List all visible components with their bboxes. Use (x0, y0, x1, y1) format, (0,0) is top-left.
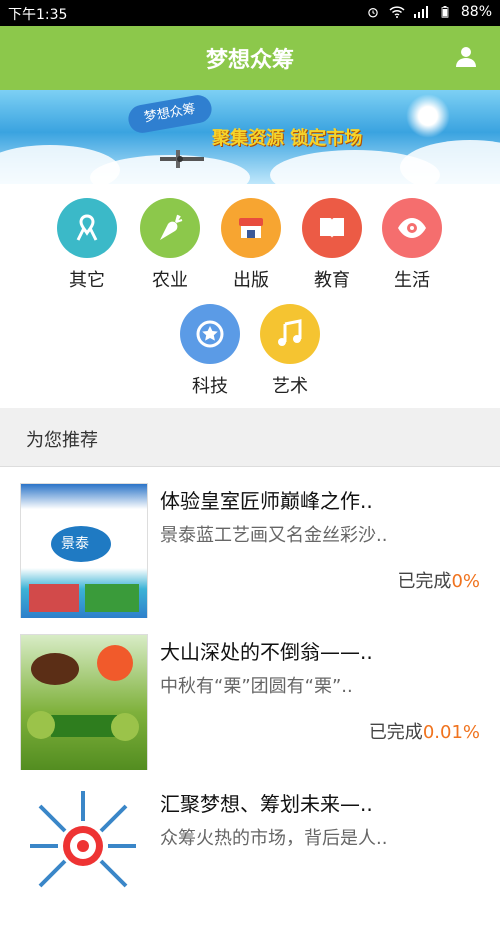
category-label: 其它 (69, 270, 105, 291)
airplane-icon (160, 150, 204, 168)
chestnut-image (27, 645, 139, 741)
project-thumbnail: 景泰 (20, 483, 148, 625)
alarm-icon (368, 8, 378, 18)
star-badge-icon (196, 320, 224, 348)
book-icon (320, 218, 344, 238)
category-label: 出版 (233, 270, 269, 291)
music-icon (278, 319, 302, 346)
status-bar: 下午1:35 88% (0, 0, 500, 26)
shop-icon (239, 218, 263, 238)
category-circle (180, 304, 240, 364)
project-list-item[interactable]: 汇聚梦想、筹划未来—.. 众筹火热的市场，背后是人.. (0, 770, 500, 926)
project-title: 体验皇室匠师巅峰之作.. (160, 489, 373, 513)
sun-shape (406, 94, 450, 138)
category-education[interactable]: 教育 (292, 198, 372, 292)
category-circle (221, 198, 281, 258)
ribbon-icon (76, 214, 98, 241)
battery-percent: 88% (460, 4, 492, 20)
status-time: 下午1:35 (8, 7, 68, 23)
category-label: 生活 (394, 270, 430, 291)
eye-icon (398, 218, 426, 238)
category-circle (140, 198, 200, 258)
completion-percent: 0% (451, 571, 480, 592)
project-title: 大山深处的不倒翁——.. (160, 640, 373, 664)
app-header: 梦想众筹 (0, 26, 500, 90)
recommend-title: 为您推荐 (26, 430, 98, 451)
category-label: 农业 (152, 270, 188, 291)
category-label: 艺术 (272, 376, 308, 397)
category-technology[interactable]: 科技 (170, 304, 250, 398)
svg-text:景泰: 景泰 (61, 536, 89, 552)
category-other[interactable]: 其它 (47, 198, 127, 292)
carrot-icon (160, 214, 183, 240)
page-title: 梦想众筹 (205, 48, 294, 73)
promo-banner[interactable]: 梦想众筹 聚集资源 锁定市场 (0, 90, 500, 184)
status-icons: 88% (365, 4, 492, 20)
category-publishing[interactable]: 出版 (211, 198, 291, 292)
project-status: 已完成0% (397, 567, 480, 593)
project-description: 中秋有“栗”团圆有“栗”.. (160, 676, 353, 697)
category-circle (260, 304, 320, 364)
project-description: 众筹火热的市场，背后是人.. (160, 828, 388, 849)
battery-icon (441, 6, 449, 18)
target-image (30, 791, 136, 888)
category-circle (302, 198, 362, 258)
completion-percent: 0.01% (422, 722, 480, 743)
cloud-shape (400, 140, 500, 184)
category-grid: 其它 农业 出版 教育 生活 科技 艺术 (0, 184, 500, 408)
project-thumbnail (20, 634, 148, 776)
category-circle (382, 198, 442, 258)
cloisonne-image: 景泰 (29, 526, 139, 612)
category-label: 教育 (314, 270, 350, 291)
project-description: 景泰蓝工艺画又名金丝彩沙.. (160, 525, 388, 546)
signal-icon (413, 6, 428, 18)
user-profile-icon[interactable] (454, 44, 478, 68)
category-art[interactable]: 艺术 (250, 304, 330, 398)
category-agriculture[interactable]: 农业 (130, 198, 210, 292)
banner-brand: 梦想众筹 (126, 92, 214, 136)
project-list-item[interactable]: 大山深处的不倒翁——.. 中秋有“栗”团圆有“栗”.. 已完成0.01% (0, 618, 500, 776)
category-circle (57, 198, 117, 258)
status-label: 已完成 (397, 571, 452, 592)
project-thumbnail (20, 786, 146, 926)
banner-slogan: 聚集资源 锁定市场 (212, 128, 363, 149)
recommend-section-header: 为您推荐 (0, 408, 500, 467)
wifi-icon (389, 6, 405, 18)
status-label: 已完成 (368, 722, 423, 743)
category-label: 科技 (192, 376, 228, 397)
project-title: 汇聚梦想、筹划未来—.. (160, 792, 373, 816)
category-life[interactable]: 生活 (372, 198, 452, 292)
project-status: 已完成0.01% (369, 718, 480, 744)
project-list-item[interactable]: 景泰 体验皇室匠师巅峰之作.. 景泰蓝工艺画又名金丝彩沙.. 已完成0% (0, 467, 500, 625)
